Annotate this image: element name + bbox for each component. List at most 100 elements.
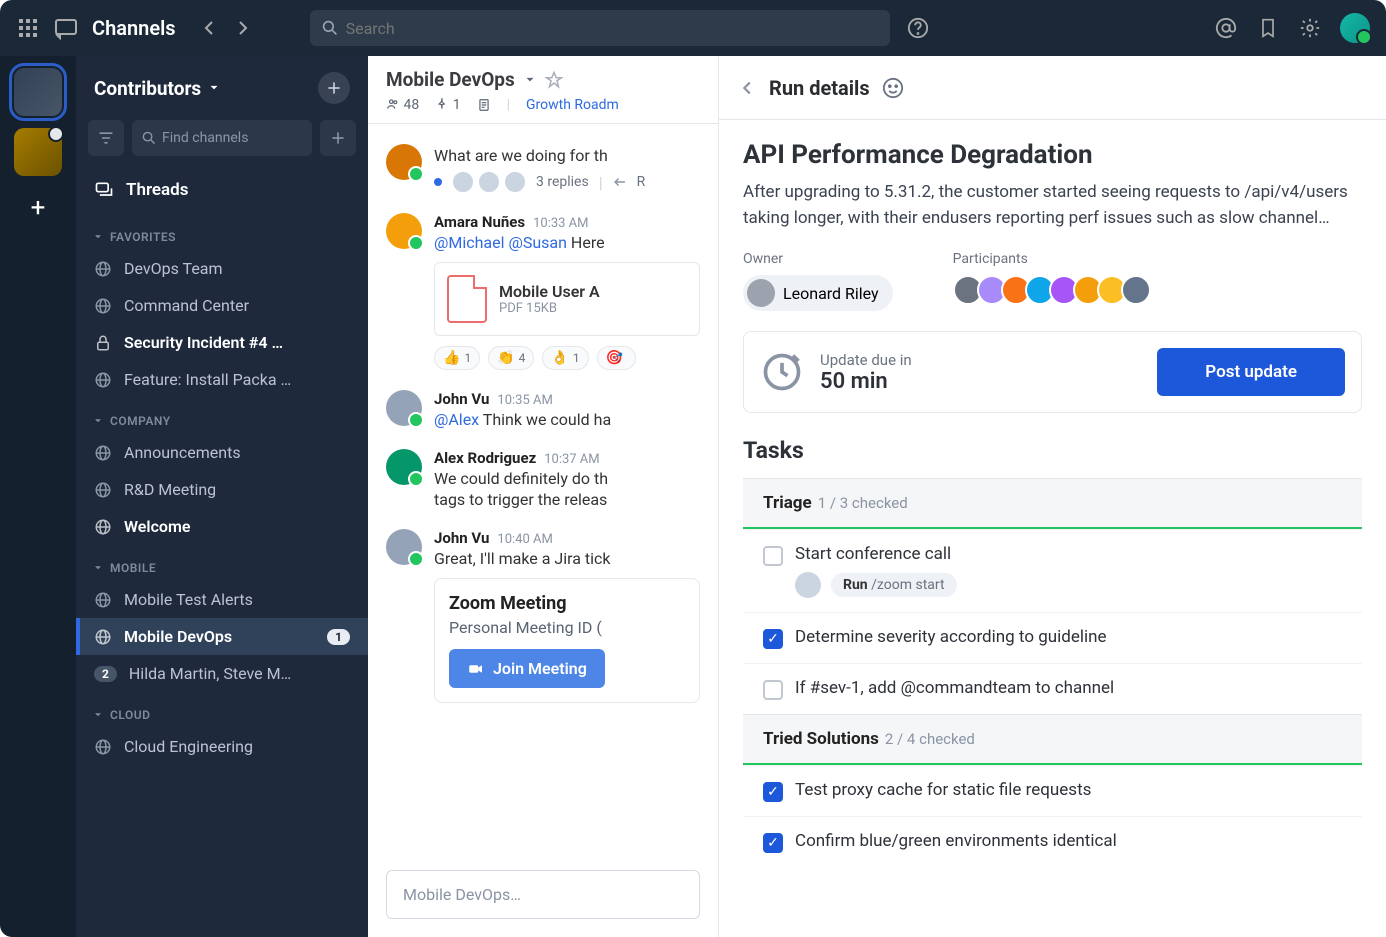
reaction[interactable]: 👌1 [542, 346, 588, 370]
find-channels-input[interactable]: Find channels [132, 120, 312, 156]
document-icon [477, 98, 491, 112]
checkbox[interactable]: ✓ [763, 833, 783, 853]
sidebar-item[interactable]: Announcements [76, 434, 368, 471]
panel-title: Run details [769, 76, 870, 100]
sidebar-item[interactable]: R&D Meeting [76, 471, 368, 508]
mention[interactable]: @Susan [508, 233, 566, 252]
update-card: Update due in 50 min Post update [743, 331, 1362, 413]
search-input[interactable] [310, 10, 890, 46]
checkbox[interactable]: ✓ [763, 629, 783, 649]
task-section-header[interactable]: Tried Solutions2 / 4 checked [743, 715, 1362, 765]
thread-replies[interactable]: 3 replies [536, 174, 589, 190]
user-avatar[interactable] [1340, 13, 1370, 43]
globe-icon [94, 591, 112, 609]
team-name[interactable]: Contributors [94, 77, 221, 100]
topbar: Channels [0, 0, 1386, 56]
apps-icon[interactable] [16, 16, 40, 40]
back-icon[interactable] [739, 79, 757, 97]
clock-icon [760, 350, 804, 394]
sidebar-rail: + [0, 56, 76, 937]
chevron-down-icon [92, 231, 104, 243]
help-icon[interactable] [906, 16, 930, 40]
gear-icon[interactable] [1298, 16, 1322, 40]
lock-icon [94, 334, 112, 352]
chevron-down-icon[interactable] [523, 73, 537, 87]
task-item: ✓Test proxy cache for static file reques… [743, 765, 1362, 816]
sidebar-item[interactable]: Security Incident #4 … [76, 324, 368, 361]
chevron-down-icon [92, 562, 104, 574]
bookmark-icon[interactable] [1256, 16, 1280, 40]
pinned-count[interactable]: 1 [435, 97, 460, 113]
star-icon[interactable] [545, 71, 563, 89]
run-title: API Performance Degradation [743, 140, 1362, 170]
emoji-icon[interactable] [882, 77, 904, 99]
checkbox[interactable] [763, 546, 783, 566]
reaction[interactable]: 🎯 [597, 346, 636, 370]
back-icon[interactable] [198, 16, 222, 40]
avatar [747, 279, 775, 307]
channel-title: Mobile DevOps [386, 68, 515, 91]
avatar[interactable] [386, 390, 422, 426]
mention[interactable]: @Alex [434, 410, 479, 429]
sidebar-item[interactable]: DevOps Team [76, 250, 368, 287]
sidebar-item[interactable]: Mobile Test Alerts [76, 581, 368, 618]
avatar[interactable] [795, 572, 821, 598]
reaction[interactable]: 👍1 [434, 346, 480, 370]
section-company[interactable]: COMPANY [76, 398, 368, 434]
add-workspace-button[interactable]: + [18, 188, 58, 228]
section-mobile[interactable]: MOBILE [76, 545, 368, 581]
members-count[interactable]: 48 [386, 97, 419, 113]
sidebar-item[interactable]: Feature: Install Packa … [76, 361, 368, 398]
owner-chip[interactable]: Leonard Riley [743, 275, 893, 311]
section-favorites[interactable]: FAVORITES [76, 214, 368, 250]
threads-link[interactable]: Threads [76, 166, 368, 214]
update-value: 50 min [820, 369, 912, 394]
avatar[interactable] [386, 449, 422, 485]
video-icon [467, 660, 485, 678]
message-icon[interactable] [54, 16, 78, 40]
post-update-button[interactable]: Post update [1157, 348, 1345, 396]
avatar [452, 171, 474, 193]
avatar[interactable] [386, 529, 422, 565]
filter-button[interactable] [88, 120, 124, 156]
avatar[interactable] [386, 144, 422, 180]
mention[interactable]: @Michael [434, 233, 505, 252]
chevron-down-icon [207, 81, 221, 95]
sidebar-item[interactable]: Mobile DevOps1 [76, 618, 368, 655]
forward-icon[interactable] [230, 16, 254, 40]
avatar[interactable] [386, 213, 422, 249]
checkbox[interactable]: ✓ [763, 782, 783, 802]
tab-link[interactable]: Growth Roadm [526, 97, 619, 113]
owner-label: Owner [743, 251, 893, 267]
reaction[interactable]: 👏4 [488, 346, 534, 370]
sidebar-item[interactable]: Command Center [76, 287, 368, 324]
count-badge: 2 [94, 666, 117, 682]
compose-input[interactable]: Mobile DevOps… [386, 870, 700, 919]
unread-dot [434, 178, 442, 186]
globe-icon [94, 518, 112, 536]
mentions-icon[interactable] [1214, 16, 1238, 40]
chat-message: Amara Nuñes10:33 AM @Michael @Susan Here… [386, 203, 700, 380]
globe-icon [94, 738, 112, 756]
attachment[interactable]: Mobile User APDF 15KB [434, 262, 700, 336]
section-cloud[interactable]: CLOUD [76, 692, 368, 728]
run-command-chip[interactable]: Run /zoom start [831, 573, 957, 597]
task-section-header[interactable]: Triage1 / 3 checked [743, 479, 1362, 529]
avatar[interactable] [1121, 275, 1151, 305]
reply-icon[interactable] [613, 175, 627, 189]
checkbox[interactable] [763, 680, 783, 700]
sidebar-item[interactable]: Welcome [76, 508, 368, 545]
join-meeting-button[interactable]: Join Meeting [449, 649, 605, 688]
add-channel-button[interactable] [320, 120, 356, 156]
rail-workspace-2[interactable] [14, 128, 62, 176]
search-field[interactable] [346, 19, 878, 38]
globe-icon [94, 260, 112, 278]
rail-workspace-1[interactable] [14, 68, 62, 116]
globe-icon [94, 628, 112, 646]
sidebar-item[interactable]: 2Hilda Martin, Steve M… [76, 655, 368, 692]
sidebar-item[interactable]: Cloud Engineering [76, 728, 368, 765]
participants[interactable] [953, 275, 1151, 305]
people-icon [386, 97, 400, 111]
doc-icon[interactable] [477, 98, 491, 112]
add-button[interactable] [318, 72, 350, 104]
